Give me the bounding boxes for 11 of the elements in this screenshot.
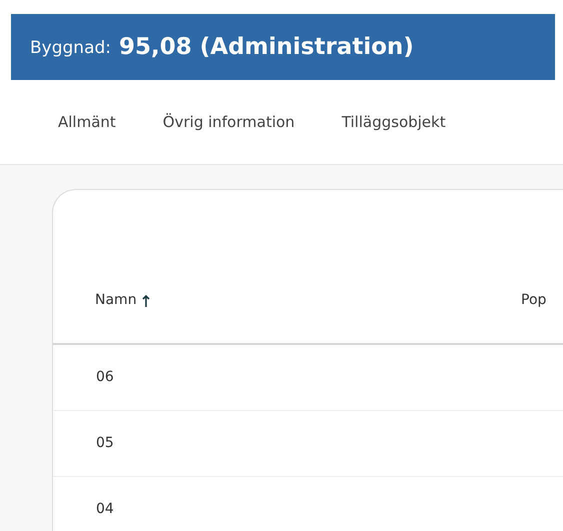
column-header[interactable]: Pop	[521, 290, 546, 311]
sort-arrow-icon	[140, 294, 151, 308]
header-title: 95,08 (Administration)	[119, 32, 414, 62]
column-header[interactable]: Namn	[53, 290, 521, 311]
header-label: Byggnad:	[30, 37, 112, 60]
tab[interactable]: Allmänt	[58, 110, 116, 134]
table-cell-text: 05	[96, 434, 115, 453]
table-cell-text: 04	[96, 500, 115, 519]
tab[interactable]: Övrig information	[162, 110, 295, 134]
tab[interactable]: Tilläggsobjekt	[342, 110, 446, 134]
table-cell-text: 06	[96, 368, 115, 387]
